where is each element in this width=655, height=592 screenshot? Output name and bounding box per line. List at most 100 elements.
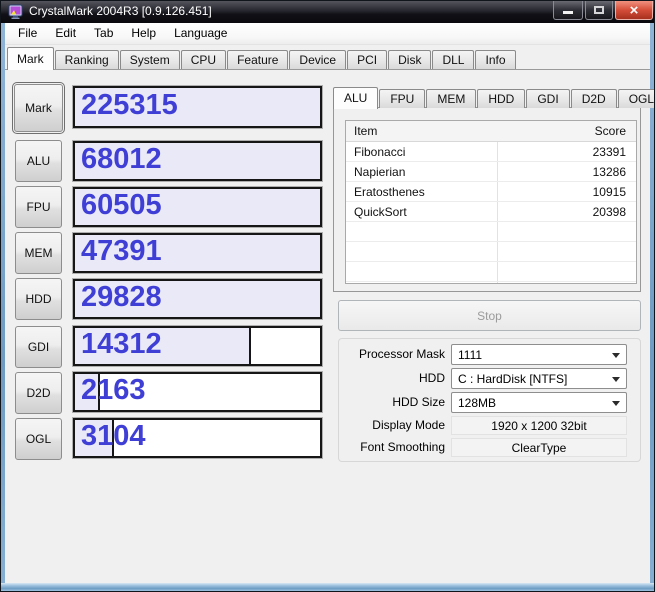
fpu-score-box: 60505: [73, 187, 322, 227]
stop-button[interactable]: Stop: [338, 300, 641, 331]
d2d-score-box: 2163: [73, 372, 322, 412]
alu-score-value: 68012: [81, 143, 162, 176]
result-tab-strip: ALU FPU MEM HDD GDI D2D OGL: [333, 86, 654, 109]
tab-info[interactable]: Info: [475, 50, 516, 69]
hdd-value: C : HardDisk [NTFS]: [458, 371, 568, 386]
row-score-value: 13286: [592, 164, 626, 179]
gdi-score-value: 14312: [81, 328, 162, 361]
hdd-label: HDD: [419, 371, 445, 385]
row-item-label: Fibonacci: [354, 144, 406, 159]
row-score-value: 10915: [592, 184, 626, 199]
font-smoothing-label: Font Smoothing: [360, 440, 445, 454]
hdd-button[interactable]: HDD: [15, 278, 62, 320]
tab-dll[interactable]: DLL: [432, 50, 475, 69]
close-button[interactable]: ×: [615, 1, 653, 20]
menu-file[interactable]: File: [9, 23, 46, 44]
tab-system[interactable]: System: [119, 50, 180, 69]
hdd-combobox[interactable]: C : HardDisk [NTFS]: [451, 368, 627, 389]
gdi-button[interactable]: GDI: [15, 326, 62, 368]
result-table: Item Score Fibonacci 23391 Napierian 132…: [345, 120, 637, 284]
result-tab-gdi[interactable]: GDI: [526, 89, 570, 108]
dropdown-arrow-icon: [612, 353, 620, 362]
table-header-row: Item Score: [346, 121, 636, 142]
row-item-label: Eratosthenes: [354, 184, 425, 199]
tab-pci[interactable]: PCI: [347, 50, 388, 69]
hdd-size-value: 128MB: [458, 395, 497, 410]
minimize-button[interactable]: [553, 1, 583, 20]
maximize-button[interactable]: [585, 1, 613, 20]
hdd-size-label: HDD Size: [392, 395, 445, 409]
app-window: CrystalMark 2004R3 [0.9.126.451] × File …: [0, 0, 655, 592]
hdd-size-combobox[interactable]: 128MB: [451, 392, 627, 413]
mem-button[interactable]: MEM: [15, 232, 62, 274]
tab-mark[interactable]: Mark: [7, 47, 54, 70]
menu-help[interactable]: Help: [122, 23, 165, 44]
menu-bar: File Edit Tab Help Language: [5, 23, 650, 45]
mark-score-box: 225315: [73, 86, 322, 128]
menu-tab[interactable]: Tab: [85, 23, 122, 44]
row-score-value: 20398: [592, 204, 626, 219]
display-mode-field: 1920 x 1200 32bit: [451, 416, 627, 435]
window-controls: ×: [553, 1, 653, 20]
gdi-score-box: 14312: [73, 326, 322, 366]
result-tab-alu[interactable]: ALU: [333, 87, 379, 109]
alu-button[interactable]: ALU: [15, 140, 62, 182]
close-icon: ×: [629, 1, 639, 19]
row-score-value: 23391: [592, 144, 626, 159]
window-border-right: [650, 23, 654, 591]
result-tab-fpu[interactable]: FPU: [379, 89, 426, 108]
result-tab-d2d[interactable]: D2D: [570, 89, 617, 108]
column-header-score[interactable]: Score: [595, 124, 626, 138]
window-border-bottom: [1, 583, 654, 591]
display-mode-value: 1920 x 1200 32bit: [491, 418, 587, 433]
mark-score-value: 225315: [81, 89, 178, 122]
window-title: CrystalMark 2004R3 [0.9.126.451]: [29, 4, 212, 18]
hdd-score-box: 29828: [73, 279, 322, 319]
ogl-score-value: 3104: [81, 420, 146, 453]
dropdown-arrow-icon: [612, 401, 620, 410]
mark-tab-page: Mark ALU FPU MEM HDD GDI D2D OGL 225315 …: [5, 69, 654, 583]
processor-mask-value: 1111: [458, 347, 483, 362]
table-empty-row: [346, 242, 636, 262]
result-tab-mem[interactable]: MEM: [426, 89, 477, 108]
tab-device[interactable]: Device: [289, 50, 347, 69]
processor-mask-label: Processor Mask: [358, 347, 445, 361]
d2d-score-value: 2163: [81, 374, 146, 407]
mark-button[interactable]: Mark: [14, 84, 63, 132]
hdd-score-value: 29828: [81, 281, 162, 314]
main-tab-strip: Mark Ranking System CPU Feature Device P…: [5, 46, 650, 70]
mark-button-focus-ring: Mark: [12, 82, 65, 134]
app-icon: [8, 4, 24, 20]
fpu-button[interactable]: FPU: [15, 186, 62, 228]
row-item-label: QuickSort: [354, 204, 407, 219]
ogl-score-box: 3104: [73, 418, 322, 458]
maximize-icon: [594, 6, 604, 14]
result-tab-ogl[interactable]: OGL: [617, 89, 654, 108]
d2d-button[interactable]: D2D: [15, 372, 62, 414]
table-empty-row: [346, 262, 636, 282]
mem-score-box: 47391: [73, 233, 322, 273]
column-header-item[interactable]: Item: [354, 124, 377, 138]
table-empty-row: [346, 222, 636, 242]
mem-score-value: 47391: [81, 235, 162, 268]
table-row[interactable]: Fibonacci 23391: [346, 142, 636, 162]
display-mode-label: Display Mode: [372, 418, 445, 432]
tab-cpu[interactable]: CPU: [180, 50, 227, 69]
menu-edit[interactable]: Edit: [46, 23, 85, 44]
processor-mask-combobox[interactable]: 1111: [451, 344, 627, 365]
fpu-score-value: 60505: [81, 189, 162, 222]
font-smoothing-field: ClearType: [451, 438, 627, 457]
table-row[interactable]: Napierian 13286: [346, 162, 636, 182]
table-row[interactable]: Eratosthenes 10915: [346, 182, 636, 202]
dropdown-arrow-icon: [612, 377, 620, 386]
alu-score-box: 68012: [73, 141, 322, 181]
menu-language[interactable]: Language: [165, 23, 236, 44]
tab-disk[interactable]: Disk: [388, 50, 432, 69]
result-tab-hdd[interactable]: HDD: [477, 89, 526, 108]
tab-feature[interactable]: Feature: [227, 50, 289, 69]
titlebar: CrystalMark 2004R3 [0.9.126.451] ×: [1, 1, 654, 23]
ogl-button[interactable]: OGL: [15, 418, 62, 460]
table-row[interactable]: QuickSort 20398: [346, 202, 636, 222]
row-item-label: Napierian: [354, 164, 406, 179]
tab-ranking[interactable]: Ranking: [54, 50, 119, 69]
